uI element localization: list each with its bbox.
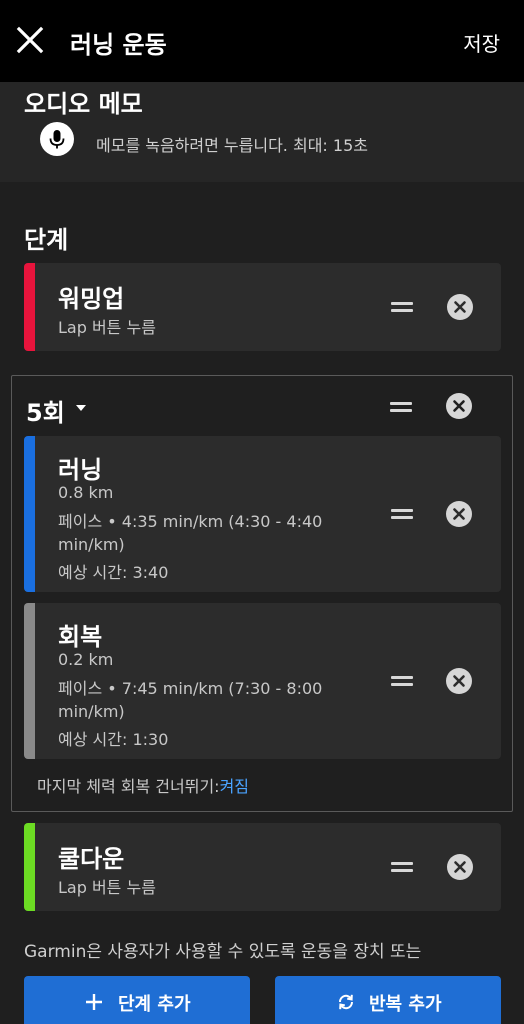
warmup-title: 워밍업 [58,285,125,313]
audio-memo-heading: 오디오 메모 [24,90,143,118]
record-memo-button[interactable] [40,122,74,156]
microphone-icon [49,130,65,149]
skip-last-recovery-value[interactable]: 켜짐 [220,777,249,796]
skip-last-recovery-setting[interactable]: 마지막 체력 회복 건너뛰기:켜짐 [37,773,249,797]
drag-handle-icon[interactable] [391,674,413,688]
recovery-pace: 페이스 • 7:45 min/km (7:30 - 8:00 min/km) [58,679,323,721]
drag-handle-icon[interactable] [391,860,413,874]
cooldown-title: 쿨다운 [58,845,125,873]
recovery-eta: 예상 시간: 1:30 [58,730,169,749]
repeat-count-dropdown[interactable]: 5회 [26,393,65,428]
run-distance: 0.8 km [58,483,114,502]
page-title: 러닝 운동 [70,31,167,59]
sync-note: Garmin은 사용자가 사용할 수 있도록 운동을 장치 또는 [24,942,422,962]
close-icon [16,26,44,54]
save-button[interactable]: 저장 [463,28,500,57]
run-title: 러닝 [58,456,103,484]
warmup-color-stripe [24,263,35,351]
run-color-stripe [24,436,35,592]
remove-icon [453,400,465,412]
app-bar: 러닝 운동 저장 [0,0,524,82]
add-repeat-button[interactable]: 반복 추가 [275,976,501,1024]
cooldown-step-card[interactable]: 쿨다운 Lap 버튼 누름 [24,823,501,911]
audio-memo-section: 오디오 메모 메모를 녹음하려면 누릅니다. 최대: 15초 [0,82,524,182]
recovery-color-stripe [24,603,35,759]
delete-step-button[interactable] [447,294,473,320]
skip-last-recovery-label: 마지막 체력 회복 건너뛰기: [37,777,220,796]
drag-handle-icon[interactable] [391,300,413,314]
drag-handle-icon[interactable] [391,507,413,521]
chevron-down-icon [76,405,86,411]
run-step-card[interactable]: 러닝 0.8 km 페이스 • 4:35 min/km (4:30 - 4:40… [24,436,501,592]
delete-repeat-button[interactable] [446,393,472,419]
cooldown-color-stripe [24,823,35,911]
add-step-button[interactable]: 단계 추가 [24,976,250,1024]
add-repeat-label: 반복 추가 [369,994,442,1015]
drag-handle-icon[interactable] [390,400,412,414]
run-eta: 예상 시간: 3:40 [58,563,169,582]
remove-icon [454,301,466,313]
recovery-title: 회복 [58,623,103,651]
close-button[interactable] [12,22,48,58]
delete-step-button[interactable] [446,501,472,527]
run-pace: 페이스 • 4:35 min/km (4:30 - 4:40 min/km) [58,512,323,554]
audio-memo-hint: 메모를 녹음하려면 누릅니다. 최대: 15초 [96,136,368,155]
recovery-distance: 0.2 km [58,650,114,669]
plus-icon [86,994,102,1010]
delete-step-button[interactable] [447,854,473,880]
warmup-subtitle: Lap 버튼 누름 [58,318,156,337]
repeat-block: 5회 러닝 0.8 km 페이스 • 4:35 min/km (4:30 - 4… [11,375,513,812]
remove-icon [453,508,465,520]
recovery-step-card[interactable]: 회복 0.2 km 페이스 • 7:45 min/km (7:30 - 8:00… [24,603,501,759]
remove-icon [453,675,465,687]
add-step-label: 단계 추가 [118,994,191,1015]
steps-heading: 단계 [24,226,69,254]
warmup-step-card[interactable]: 워밍업 Lap 버튼 누름 [24,263,501,351]
remove-icon [454,861,466,873]
repeat-icon [338,994,354,1010]
cooldown-subtitle: Lap 버튼 누름 [58,878,156,897]
delete-step-button[interactable] [446,668,472,694]
